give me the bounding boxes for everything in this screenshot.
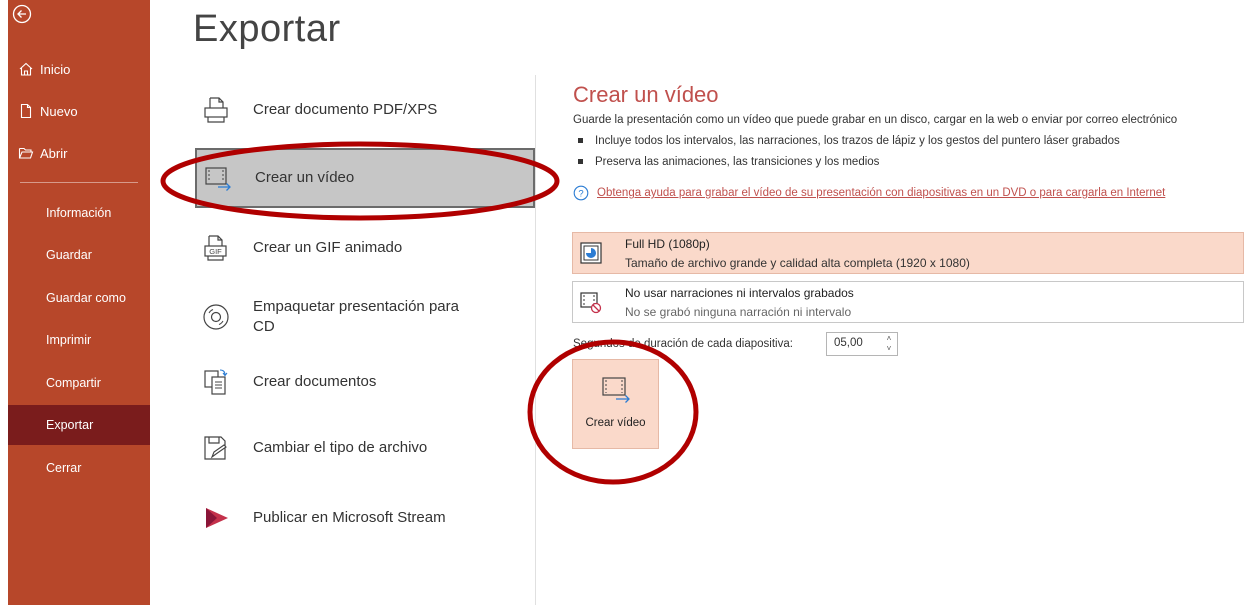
narration-dropdown[interactable]: No usar narraciones ni intervalos grabad… xyxy=(572,281,1244,323)
sidebar-item-label: Cerrar xyxy=(46,461,82,475)
new-document-icon xyxy=(20,103,32,119)
sidebar-item-label: Guardar como xyxy=(46,291,126,305)
home-icon xyxy=(19,62,33,76)
bullet-text: Incluye todos los intervalos, las narrac… xyxy=(595,135,1120,147)
sidebar-item-imprimir[interactable]: Imprimir xyxy=(8,320,150,360)
narration-subtitle: No se grabó ninguna narración ni interva… xyxy=(625,305,852,319)
option-create-pdf[interactable]: Crear documento PDF/XPS xyxy=(195,88,535,132)
back-arrow-icon[interactable] xyxy=(12,4,32,24)
option-publish-stream[interactable]: Publicar en Microsoft Stream xyxy=(195,496,535,540)
option-create-video[interactable]: Crear un vídeo xyxy=(195,148,535,208)
svg-text:GIF: GIF xyxy=(209,247,222,256)
option-label: Crear documento PDF/XPS xyxy=(253,101,438,118)
option-label: Publicar en Microsoft Stream xyxy=(253,509,446,526)
sidebar-item-guardar-como[interactable]: Guardar como xyxy=(8,278,150,318)
spinner-arrows-icon[interactable]: ˄ ˅ xyxy=(883,334,895,354)
panel-divider xyxy=(535,75,536,605)
seconds-spinner[interactable]: 05,00 ˄ ˅ xyxy=(826,332,898,356)
quality-dropdown[interactable]: Full HD (1080p) Tamaño de archivo grande… xyxy=(572,232,1244,274)
sidebar-item-inicio[interactable]: Inicio xyxy=(8,51,150,87)
video-icon xyxy=(205,167,231,191)
video-icon xyxy=(602,377,630,403)
option-label: Cambiar el tipo de archivo xyxy=(253,439,428,456)
option-label: Crear un vídeo xyxy=(255,169,355,186)
backstage-sidebar: Inicio Nuevo Abrir Información Guardar G… xyxy=(8,0,150,605)
create-video-label: Crear vídeo xyxy=(585,417,646,429)
sidebar-item-exportar[interactable]: Exportar xyxy=(8,405,150,445)
help-question-icon: ? xyxy=(573,185,589,201)
bullet-icon xyxy=(578,159,583,165)
option-create-gif[interactable]: GIF Crear un GIF animado xyxy=(195,226,535,270)
option-label: Crear un GIF animado xyxy=(253,239,403,256)
detail-bullet: Preserva las animaciones, las transicion… xyxy=(578,156,879,168)
monitor-quality-icon xyxy=(580,242,602,264)
detail-title: Crear un vídeo xyxy=(573,82,719,107)
handouts-icon xyxy=(204,369,228,395)
sidebar-item-label: Inicio xyxy=(40,61,71,77)
gif-icon: GIF xyxy=(204,235,227,261)
page-title: Exportar xyxy=(193,8,341,50)
bullet-text: Preserva las animaciones, las transicion… xyxy=(595,156,880,168)
bullet-icon xyxy=(578,138,583,144)
sidebar-item-label: Nuevo xyxy=(40,103,78,119)
option-package-cd[interactable]: Empaquetar presentación para CD xyxy=(195,292,535,342)
quality-subtitle: Tamaño de archivo grande y calidad alta … xyxy=(625,256,970,270)
change-file-type-icon xyxy=(204,436,227,460)
sidebar-item-label: Exportar xyxy=(46,418,94,432)
help-link[interactable]: Obtenga ayuda para grabar el vídeo de su… xyxy=(597,187,1165,199)
sidebar-item-guardar[interactable]: Guardar xyxy=(8,235,150,275)
narration-title: No usar narraciones ni intervalos grabad… xyxy=(625,286,854,300)
detail-description: Guarde la presentación como un vídeo que… xyxy=(573,114,1178,126)
sidebar-item-label: Abrir xyxy=(40,145,68,161)
svg-text:?: ? xyxy=(578,189,583,200)
sidebar-item-compartir[interactable]: Compartir xyxy=(8,363,150,403)
no-narration-icon xyxy=(580,292,602,314)
quality-title: Full HD (1080p) xyxy=(625,237,710,251)
option-change-file-type[interactable]: Cambiar el tipo de archivo xyxy=(195,426,535,470)
sidebar-item-nuevo[interactable]: Nuevo xyxy=(8,93,150,129)
option-create-handouts[interactable]: Crear documentos xyxy=(195,360,535,404)
sidebar-item-cerrar[interactable]: Cerrar xyxy=(8,448,150,488)
sidebar-item-label: Imprimir xyxy=(46,333,92,347)
sidebar-item-label: Compartir xyxy=(46,376,101,390)
sidebar-item-label: Guardar xyxy=(46,248,92,262)
seconds-label: Segundos de duración de cada diapositiva… xyxy=(573,338,793,350)
sidebar-item-informacion[interactable]: Información xyxy=(8,193,150,233)
detail-bullet: Incluye todos los intervalos, las narrac… xyxy=(578,135,1120,147)
sidebar-item-label: Información xyxy=(46,206,112,220)
create-video-button[interactable]: Crear vídeo xyxy=(572,359,659,449)
cd-icon xyxy=(203,304,229,330)
folder-open-icon xyxy=(18,147,34,159)
sidebar-divider xyxy=(20,182,138,183)
seconds-value: 05,00 xyxy=(834,337,863,349)
help-line: ? Obtenga ayuda para grabar el vídeo de … xyxy=(573,185,1165,201)
pdf-document-icon xyxy=(204,97,228,123)
stream-icon xyxy=(206,508,228,528)
option-label: Empaquetar presentación para CD xyxy=(253,298,459,335)
sidebar-item-abrir[interactable]: Abrir xyxy=(8,135,150,171)
option-label: Crear documentos xyxy=(253,373,377,390)
